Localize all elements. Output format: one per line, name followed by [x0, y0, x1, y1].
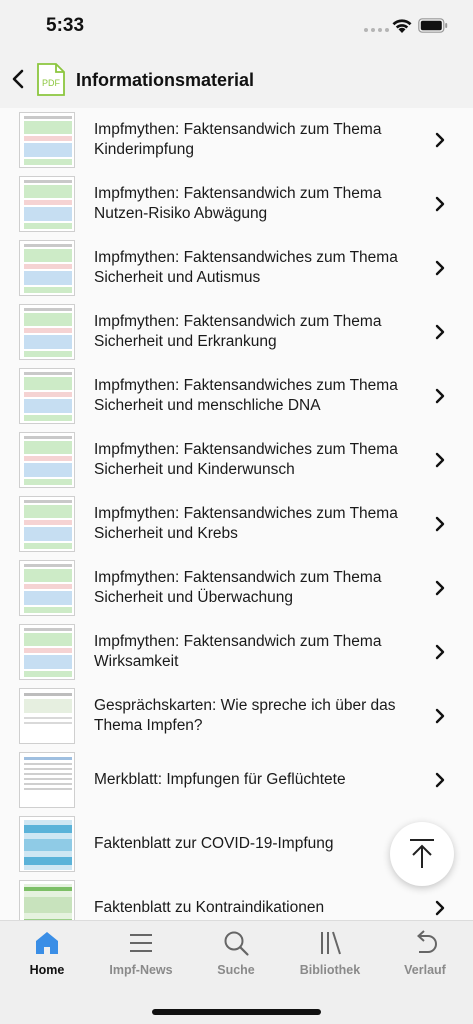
tab-home[interactable]: Home — [0, 929, 94, 985]
document-thumbnail — [19, 368, 75, 424]
cellular-signal-icon — [364, 28, 389, 32]
document-thumbnail — [19, 432, 75, 488]
list-item-label: Faktenblatt zu Kontraindikationen — [94, 899, 325, 916]
list-item[interactable]: Impfmythen: Faktensandwich zum Thema Kin… — [0, 108, 473, 172]
back-button[interactable] — [6, 64, 30, 94]
chevron-right-icon — [435, 772, 445, 788]
home-icon — [36, 932, 58, 954]
chevron-left-icon — [12, 69, 24, 89]
chevron-right-icon — [435, 388, 445, 404]
list-item[interactable]: Impfmythen: Faktensandwiches zum Thema S… — [0, 236, 473, 300]
list-item[interactable]: Gesprächskarten: Wie spreche ich über da… — [0, 684, 473, 748]
list-item[interactable]: Impfmythen: Faktensandwiches zum Thema S… — [0, 492, 473, 556]
nav-bar: PDF Informationsmaterial — [0, 52, 473, 108]
list-item-label: Impfmythen: Faktensandwiches zum Thema S… — [94, 377, 398, 414]
tab-bibliothek[interactable]: Bibliothek — [283, 929, 377, 985]
document-thumbnail — [19, 752, 75, 808]
chevron-right-icon — [435, 708, 445, 724]
pdf-icon-label: PDF — [42, 78, 61, 88]
list-item-label: Impfmythen: Faktensandwich zum Thema Wir… — [94, 633, 382, 670]
document-thumbnail — [19, 624, 75, 680]
list-item-label: Merkblatt: Impfungen für Geflüchtete — [94, 771, 346, 788]
list-item-label: Faktenblatt zur COVID-19-Impfung — [94, 835, 334, 852]
list-item-label: Impfmythen: Faktensandwiches zum Thema S… — [94, 249, 398, 286]
arrow-up-icon — [410, 839, 434, 868]
list-item[interactable]: Impfmythen: Faktensandwich zum Thema Nut… — [0, 172, 473, 236]
document-thumbnail — [19, 816, 75, 872]
list-item-label: Impfmythen: Faktensandwiches zum Thema S… — [94, 505, 398, 542]
status-bar: 5:33 — [0, 0, 473, 52]
list-item-label: Impfmythen: Faktensandwich zum Thema Nut… — [94, 185, 382, 222]
battery-icon — [418, 18, 448, 33]
tab-impf-news[interactable]: Impf-News — [94, 929, 188, 985]
list-item[interactable]: Impfmythen: Faktensandwich zum Thema Sic… — [0, 300, 473, 364]
document-thumbnail — [19, 112, 75, 168]
chevron-right-icon — [435, 324, 445, 340]
tab-home-label: Home — [29, 963, 65, 977]
tab-suche[interactable]: Suche — [189, 929, 283, 985]
list-item-label: Impfmythen: Faktensandwich zum Thema Sic… — [94, 569, 382, 606]
chevron-right-icon — [435, 260, 445, 276]
chevron-right-icon — [435, 900, 445, 916]
list-item[interactable]: Impfmythen: Faktensandwich zum Thema Wir… — [0, 620, 473, 684]
document-thumbnail — [19, 688, 75, 744]
document-thumbnail — [19, 560, 75, 616]
history-icon — [417, 930, 437, 953]
tab-impf-news-label: Impf-News — [109, 963, 173, 977]
menu-icon — [130, 934, 152, 952]
list-item[interactable]: Faktenblatt zu Kontraindikationen — [0, 876, 473, 920]
list-item-label: Impfmythen: Faktensandwich zum Thema Kin… — [94, 121, 382, 158]
list-item[interactable]: Impfmythen: Faktensandwich zum Thema Sic… — [0, 556, 473, 620]
chevron-right-icon — [435, 580, 445, 596]
document-thumbnail — [19, 880, 75, 920]
pdf-icon: PDF — [37, 63, 65, 96]
home-indicator — [152, 1009, 321, 1015]
page-title: Informationsmaterial — [76, 70, 255, 90]
list-item-label: Impfmythen: Faktensandwiches zum Thema S… — [94, 441, 398, 478]
scroll-to-top-button[interactable] — [390, 822, 454, 886]
chevron-right-icon — [435, 452, 445, 468]
list-item-label: Impfmythen: Faktensandwich zum Thema Sic… — [94, 313, 382, 350]
list-item-label: Gesprächskarten: Wie spreche ich über da… — [94, 697, 396, 734]
document-thumbnail — [19, 496, 75, 552]
library-icon — [321, 931, 341, 955]
chevron-right-icon — [435, 644, 445, 660]
chevron-right-icon — [435, 132, 445, 148]
chevron-right-icon — [435, 196, 445, 212]
tab-verlauf[interactable]: Verlauf — [378, 929, 472, 985]
tab-suche-label: Suche — [217, 963, 255, 977]
status-time: 5:33 — [46, 15, 85, 36]
search-icon — [224, 931, 249, 956]
document-thumbnail — [19, 176, 75, 232]
document-list[interactable]: Impfmythen: Faktensandwich zum Thema Kin… — [0, 108, 473, 920]
wifi-icon — [392, 19, 412, 33]
tab-verlauf-label: Verlauf — [404, 963, 446, 977]
document-thumbnail — [19, 240, 75, 296]
chevron-right-icon — [435, 516, 445, 532]
document-thumbnail — [19, 304, 75, 360]
list-item[interactable]: Impfmythen: Faktensandwiches zum Thema S… — [0, 364, 473, 428]
list-item[interactable]: Merkblatt: Impfungen für Geflüchtete — [0, 748, 473, 812]
tab-bibliothek-label: Bibliothek — [299, 963, 361, 977]
list-item[interactable]: Impfmythen: Faktensandwiches zum Thema S… — [0, 428, 473, 492]
